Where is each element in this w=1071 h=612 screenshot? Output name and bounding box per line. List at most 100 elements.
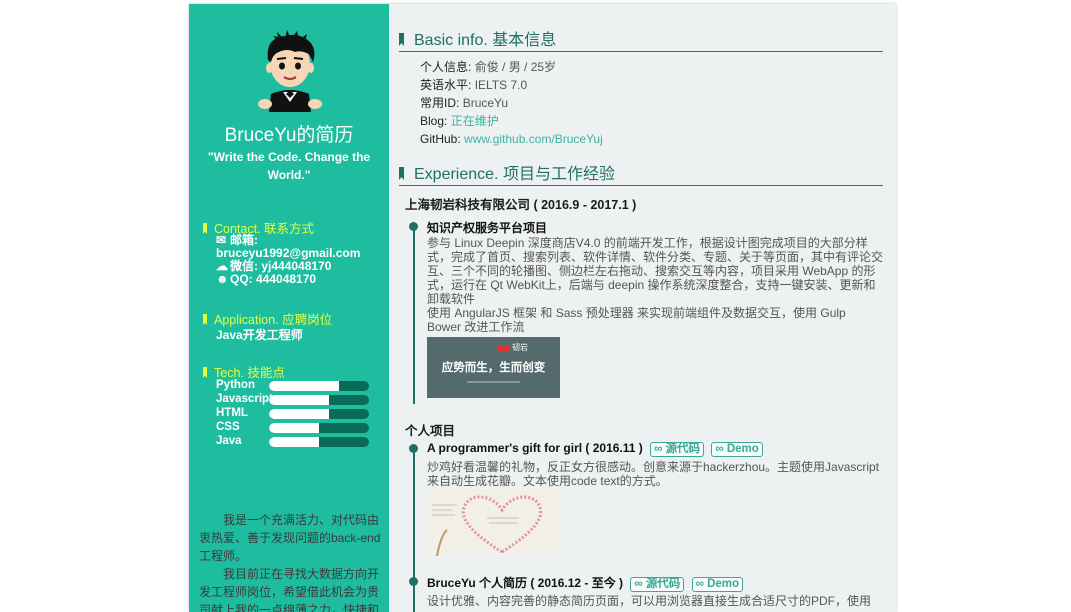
personal-info-row: 个人信息: 俞俊 / 男 / 25岁 [420,58,603,76]
skill-name: Java [216,435,242,447]
id-label: 常用ID: [420,96,460,110]
skill-bar-fill [269,423,319,433]
skill-name: Javascript [216,393,273,405]
bookmark-icon [203,367,207,378]
project2-desc-paragraph: 炒鸡好看温馨的礼物，反正女方很感动。创意来源于hackerzhou。主题使用Ja… [427,460,880,488]
qq-value: QQ: 444048170 [230,272,317,286]
project1-title: 知识产权服务平台项目 [427,221,548,235]
project3-title: BruceYu 个人简历 ( 2016.12 - 至今 ) [427,576,624,590]
skill-name: Python [216,379,255,391]
brand-name: 韧岩 [512,343,528,352]
about-me: 我是一个充满活力、对代码由衷热爱、善于发现问题的back-end工程师。 我目前… [199,511,381,612]
project2-title: A programmer's gift for girl ( 2016.11 ) [427,441,643,455]
skill-row: Java [216,435,376,449]
source-code-label: 源代码 [645,578,681,590]
bookmark-icon [203,314,207,325]
timeline-dot [409,444,418,453]
skill-name: CSS [216,421,240,433]
basic-info-heading: Basic info. 基本信息 [399,26,883,52]
github-label: GitHub: [420,132,461,146]
basic-info-heading-text: Basic info. 基本信息 [414,32,557,49]
demo-label: Demo [707,578,740,590]
project2-header: A programmer's gift for girl ( 2016.11 )… [427,441,763,457]
skill-name: HTML [216,407,248,419]
timeline-line [413,227,415,404]
skill-bar [269,423,369,433]
project1-description: 参与 Linux Deepin 深度商店V4.0 的前端开发工作，根据设计图完成… [427,236,883,334]
skill-bar [269,381,369,391]
link-icon: ∞ [654,443,663,455]
heart-image [432,495,543,556]
demo-button[interactable]: ∞ Demo [691,577,744,592]
personal-projects-heading: 个人项目 [405,424,456,438]
motto: "Write the Code. Change the World." [207,150,371,182]
blog-row: Blog: 正在维护 [420,112,603,130]
timeline-dot [409,577,418,586]
skill-bar [269,395,369,405]
project3-description: 设计优雅、内容完善的静态简历页面，可以用浏览器直接生成合适尺寸的PDF，使用 [427,594,883,608]
contact-list: ✉ 邮箱: bruceyu1992@gmail.com ☁ 微信: yj444048… [216,234,386,286]
avatar [258,30,322,112]
github-row: GitHub: www.github.com/BruceYuj [420,130,603,148]
timeline-line [413,448,415,612]
link-icon: ∞ [695,578,704,590]
blog-link[interactable]: 正在维护 [451,114,499,128]
project2-screenshot[interactable] [427,490,560,556]
wechat-value: 微信: yj444048170 [230,259,332,273]
about-paragraph: 我目前正在寻找大数据方向开发工程师岗位，希望借此机会为贵司献上我的一点绵薄之力，… [199,567,380,612]
skill-row: HTML [216,407,376,421]
experience-heading-text: Experience. 项目与工作经验 [414,166,615,183]
link-icon: ∞ [715,443,724,455]
tech-heading-text: Tech. 技能点 [214,366,285,380]
bookmark-icon [203,223,207,234]
project3-desc-paragraph: 设计优雅、内容完善的静态简历页面，可以用浏览器直接生成合适尺寸的PDF，使用 [427,594,872,608]
project1-screenshot[interactable]: 韧岩 应势而生，生而创变 [427,337,560,398]
bookmark-icon [399,33,404,46]
github-link[interactable]: www.github.com/BruceYuj [464,132,603,146]
email-label: 邮箱: [230,233,258,247]
project2-description: 炒鸡好看温馨的礼物，反正女方很感动。创意来源于hackerzhou。主题使用Ja… [427,460,883,488]
skill-bar-fill [269,395,329,405]
project1-desc-paragraph: 参与 Linux Deepin 深度商店V4.0 的前端开发工作，根据设计图完成… [427,236,884,306]
basic-info-list: 个人信息: 俞俊 / 男 / 25岁 英语水平: IELTS 7.0 常用ID:… [420,58,603,148]
skill-bar [269,409,369,419]
source-code-button[interactable]: ∞ 源代码 [630,577,685,592]
company-title: 上海韧岩科技有限公司 ( 2016.9 - 2017.1 ) [405,198,637,212]
id-value: BruceYu [462,96,509,110]
timeline-dot [409,222,418,231]
about-paragraph: 我是一个充满活力、对代码由衷热爱、善于发现问题的back-end工程师。 [199,513,381,563]
english-label: 英语水平: [420,78,472,92]
demo-button[interactable]: ∞ Demo [711,442,763,457]
source-code-button[interactable]: ∞ 源代码 [650,442,705,457]
skill-bar [269,437,369,447]
skill-bar-fill [269,437,319,447]
link-icon: ∞ [634,578,643,590]
main-content: Basic info. 基本信息 个人信息: 俞俊 / 男 / 25岁 英语水平… [399,4,883,612]
brand-logo [497,346,509,352]
experience-heading: Experience. 项目与工作经验 [399,160,883,186]
skill-row: Javascript [216,393,376,407]
skills-list: Python Javascript HTML CSS Java [216,379,376,449]
brand-slogan: 应势而生，生而创变 [441,362,546,374]
demo-label: Demo [726,443,759,455]
skill-row: Python [216,379,376,393]
qq-item: ☻QQ: 444048170 [216,273,386,286]
project3-header: BruceYu 个人简历 ( 2016.12 - 至今 ) ∞ 源代码 ∞ De… [427,574,744,592]
english-row: 英语水平: IELTS 7.0 [420,76,603,94]
skill-bar-fill [269,381,339,391]
fine-print [467,381,520,383]
sidebar: BruceYu的简历 "Write the Code. Change the W… [189,4,389,612]
penguin-icon: ☻ [216,272,229,286]
application-value: Java开发工程师 [216,328,303,342]
source-code-label: 源代码 [665,443,701,455]
application-heading-text: Application. 应聘岗位 [214,313,333,327]
project1-desc-paragraph: 使用 AngularJS 框架 和 Sass 预处理器 来实现前端组件及数据交互… [427,306,846,334]
personal-info-label: 个人信息: [420,60,472,74]
skill-row: CSS [216,421,376,435]
resume-page: BruceYu的简历 "Write the Code. Change the W… [189,4,896,612]
skill-bar-fill [269,409,329,419]
english-value: IELTS 7.0 [474,78,528,92]
id-row: 常用ID: BruceYu [420,94,603,112]
blog-label: Blog: [420,114,448,128]
resume-owner-name: BruceYu的简历 [224,125,354,146]
